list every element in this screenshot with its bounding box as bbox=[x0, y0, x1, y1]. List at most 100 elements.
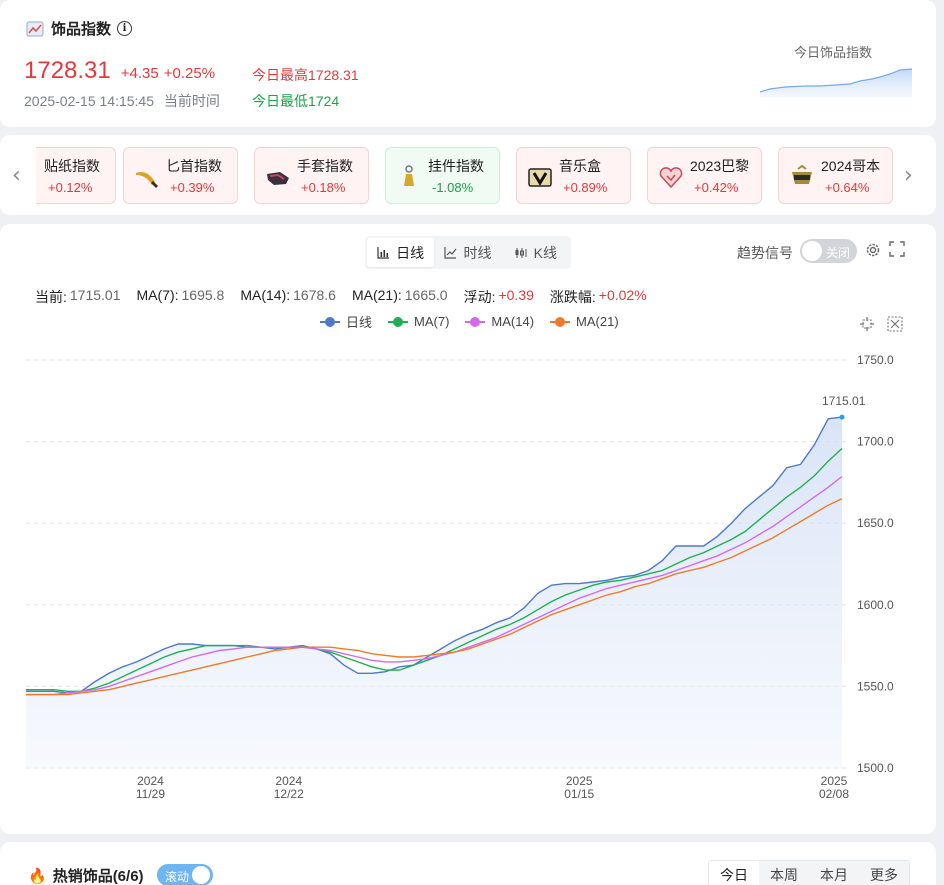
tab-hourly-label: 时线 bbox=[463, 244, 492, 261]
index-card-knife[interactable]: 匕首指数 +0.39% bbox=[123, 147, 238, 204]
stat-current-label: 当前: bbox=[35, 289, 67, 305]
chart-period-tabs: 日线 时线 K线 bbox=[365, 236, 571, 269]
candlestick-icon bbox=[515, 247, 527, 258]
stat-ma14-value: 1678.6 bbox=[293, 287, 336, 303]
last-value-label: 1715.01 bbox=[822, 394, 866, 408]
index-card-name: 匕首指数 bbox=[166, 158, 222, 174]
index-card-change: +0.12% bbox=[48, 180, 93, 195]
mini-sparkline-area bbox=[760, 69, 912, 98]
stat-pct-value: +0.02% bbox=[598, 287, 647, 303]
index-card-change: +0.42% bbox=[694, 180, 739, 195]
index-card-name: 挂件指数 bbox=[428, 158, 484, 174]
today-low-label: 今日最低 bbox=[252, 93, 308, 109]
today-low-value: 1724 bbox=[308, 93, 340, 109]
stat-float-label: 浮动: bbox=[463, 289, 496, 305]
gear-icon[interactable] bbox=[864, 241, 882, 259]
tab-today[interactable]: 今日 bbox=[709, 861, 759, 885]
index-title: 饰品指数 bbox=[51, 21, 112, 38]
price-change-percent: +0.25% bbox=[163, 65, 216, 82]
price-change: +4.35 bbox=[120, 65, 159, 82]
sub-index-list: 贴纸指数 +0.12% 匕首指数 +0.39% 手套指数 +0.18% 挂件指数… bbox=[36, 147, 894, 204]
mini-chart-label: 今日饰品指数 bbox=[794, 45, 873, 60]
legend-item-ma21[interactable]: MA(21) bbox=[550, 312, 619, 331]
auto-scroll-label: 滚动 bbox=[165, 870, 190, 884]
tab-hourly[interactable]: 时线 bbox=[434, 238, 501, 267]
chart-area bbox=[26, 417, 842, 768]
auto-scroll-toggle[interactable]: 滚动 bbox=[157, 864, 213, 885]
charm-icon bbox=[404, 165, 414, 186]
legend-label: 日线 bbox=[346, 315, 373, 330]
sticker-icon bbox=[36, 164, 39, 190]
index-card-music-box[interactable]: 音乐盒 +0.89% bbox=[516, 147, 631, 204]
stat-ma21-label: MA(21): bbox=[351, 287, 402, 303]
mini-sparkline-chart bbox=[760, 68, 912, 98]
toggle-label: 关闭 bbox=[826, 246, 851, 260]
stat-float-value: +0.39 bbox=[498, 287, 534, 303]
tab-more[interactable]: 更多 bbox=[859, 861, 909, 885]
index-card-sticker[interactable]: 贴纸指数 +0.12% bbox=[36, 147, 116, 204]
index-card-charm[interactable]: 挂件指数 -1.08% bbox=[385, 147, 500, 204]
y-tick-label: 1650.0 bbox=[857, 516, 894, 530]
index-card-name: 音乐盒 bbox=[559, 158, 601, 174]
legend-item-ma7[interactable]: MA(7) bbox=[388, 312, 449, 331]
zoom-select-icon[interactable] bbox=[859, 316, 875, 332]
toggle-knob bbox=[192, 866, 210, 884]
hot-items-title: 热销饰品(6/6) bbox=[52, 868, 144, 885]
copenhagen-2024-icon bbox=[792, 164, 812, 184]
x-tick-year: 2024 bbox=[275, 774, 302, 788]
x-tick-year: 2025 bbox=[566, 774, 593, 788]
legend-label: MA(7) bbox=[414, 314, 450, 329]
y-tick-label: 1600.0 bbox=[857, 598, 894, 612]
hot-items-card: 🔥 热销饰品(6/6) 滚动 今日 本周 本月 更多 bbox=[0, 842, 936, 885]
music-box-icon bbox=[528, 168, 552, 187]
today-high-label: 今日最高 bbox=[252, 67, 308, 83]
timestamp-label: 当前时间 bbox=[163, 93, 220, 109]
tab-this-week[interactable]: 本周 bbox=[759, 861, 809, 885]
legend-swatch bbox=[465, 316, 486, 327]
y-tick-label: 1750.0 bbox=[857, 353, 894, 367]
zoom-reset-icon[interactable] bbox=[887, 316, 903, 332]
chart-legend: 日线 MA(7) MA(14) MA(21) bbox=[320, 312, 635, 331]
legend-swatch bbox=[320, 316, 340, 327]
chart-trend-icon bbox=[26, 21, 44, 36]
bar-chart-icon bbox=[377, 246, 390, 259]
fire-icon: 🔥 bbox=[28, 867, 47, 885]
index-card-copenhagen-2024[interactable]: 2024哥本 +0.64% bbox=[778, 147, 893, 204]
x-tick-year: 2024 bbox=[137, 774, 164, 788]
line-chart-icon bbox=[444, 246, 457, 259]
scroll-left-icon[interactable]: ‹ bbox=[12, 163, 21, 188]
tab-this-month[interactable]: 本月 bbox=[809, 861, 859, 885]
tab-kline[interactable]: K线 bbox=[502, 238, 569, 267]
trend-signal-label: 趋势信号 bbox=[737, 245, 793, 261]
legend-item-ma14[interactable]: MA(14) bbox=[465, 312, 534, 331]
x-tick-year: 2025 bbox=[821, 774, 848, 788]
scroll-right-icon[interactable]: › bbox=[904, 163, 913, 188]
tab-daily[interactable]: 日线 bbox=[367, 238, 435, 267]
index-card-change: +0.39% bbox=[170, 180, 215, 195]
x-tick-date: 01/15 bbox=[564, 787, 594, 801]
chart-stats-row: 当前: 1715.01 MA(7): 1695.8 MA(14): 1678.6… bbox=[35, 287, 663, 307]
legend-label: MA(21) bbox=[576, 314, 619, 329]
current-price: 1728.31 bbox=[24, 57, 111, 84]
index-card-change: +0.64% bbox=[825, 180, 870, 195]
index-line-chart[interactable]: 1750.0 1700.0 1650.0 1600.0 1550.0 1500.0 2024… bbox=[0, 334, 936, 824]
timestamp: 2025-02-15 14:15:45 bbox=[24, 93, 154, 109]
legend-swatch bbox=[388, 316, 409, 327]
stat-pct-label: 涨跌幅: bbox=[549, 289, 596, 305]
index-card-glove[interactable]: 手套指数 +0.18% bbox=[254, 147, 369, 204]
index-card-change: -1.08% bbox=[432, 180, 474, 195]
x-tick-date: 02/08 bbox=[819, 787, 849, 801]
fullscreen-icon[interactable] bbox=[889, 241, 905, 257]
index-card-change: +0.89% bbox=[563, 180, 608, 195]
index-card-name: 2024哥本 bbox=[821, 158, 881, 174]
index-card-change: +0.18% bbox=[301, 180, 346, 195]
index-card-paris-2023[interactable]: 2023巴黎 +0.42% bbox=[647, 147, 762, 204]
legend-item-daily[interactable]: 日线 bbox=[320, 312, 372, 331]
stat-ma7-label: MA(7): bbox=[136, 287, 179, 303]
stat-ma14-label: MA(14): bbox=[240, 287, 291, 303]
today-high: 今日最高1728.31 bbox=[252, 65, 359, 85]
timestamp-row: 2025-02-15 14:15:45 当前时间 bbox=[24, 91, 220, 111]
trend-signal-toggle[interactable]: 关闭 bbox=[800, 239, 857, 263]
info-icon[interactable]: i bbox=[117, 21, 133, 36]
index-card-name: 贴纸指数 bbox=[44, 158, 100, 174]
